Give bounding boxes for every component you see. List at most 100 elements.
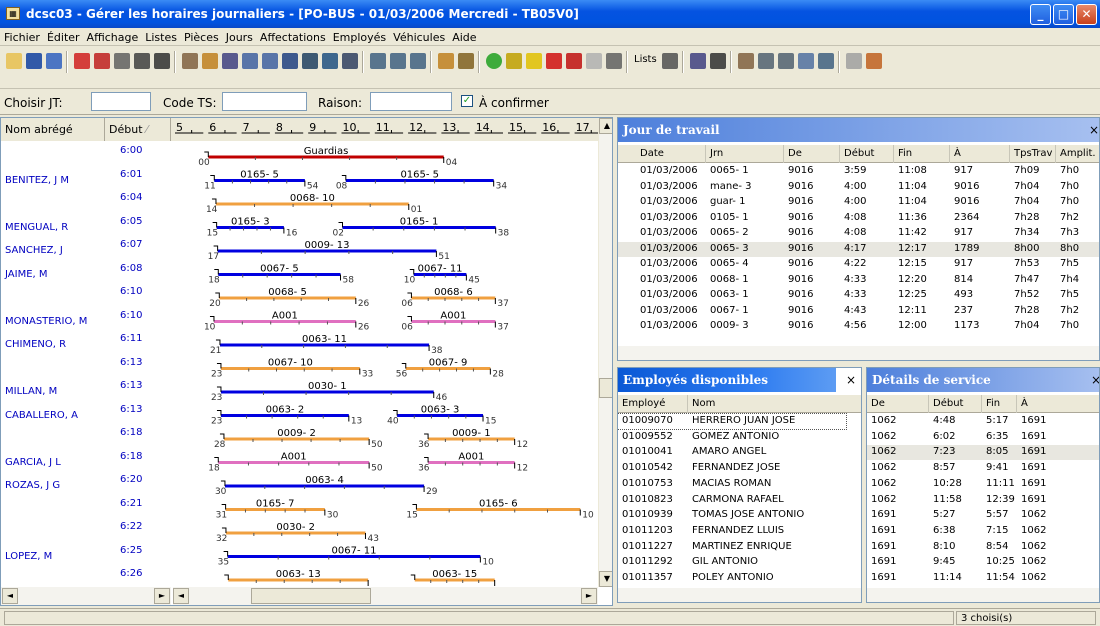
scroll-left-arrow-icon[interactable]: ◄ bbox=[173, 588, 189, 604]
table-row[interactable]: 01010753 MACIAS ROMAN bbox=[618, 477, 861, 492]
menu-listes[interactable]: Listes bbox=[141, 28, 180, 44]
person-icon[interactable] bbox=[506, 53, 522, 69]
table-row[interactable]: 1062 4:48 5:17 1691 bbox=[867, 414, 1099, 429]
scroll-down-arrow-icon[interactable]: ▼ bbox=[599, 571, 612, 587]
table-row[interactable]: 01/03/2006 0009- 3 9016 4:56 12:00 1173 7h04 7h… bbox=[618, 319, 1099, 334]
table-row[interactable]: 01/03/2006 0063- 1 9016 4:33 12:25 493 7h52 7h5 bbox=[618, 288, 1099, 303]
table-row[interactable]: 01/03/2006 guar- 1 9016 4:00 11:04 9016 7h04 7h… bbox=[618, 195, 1099, 210]
menu-jours[interactable]: Jours bbox=[222, 28, 256, 44]
close-icon[interactable]: × bbox=[1091, 373, 1099, 387]
column-header-debut[interactable]: Début ⁄ bbox=[105, 118, 171, 141]
menu-editer[interactable]: Éditer bbox=[43, 28, 83, 44]
column-header-nom[interactable]: Nom bbox=[688, 395, 861, 413]
employee-name[interactable]: CHIMENO, R bbox=[5, 339, 66, 350]
tree-icon[interactable] bbox=[390, 53, 406, 69]
refresh-icon[interactable] bbox=[46, 53, 62, 69]
person-red-icon[interactable] bbox=[566, 53, 582, 69]
column-header-de[interactable]: De bbox=[784, 145, 840, 163]
column-header-fin[interactable]: Fin bbox=[894, 145, 950, 163]
duty-bar[interactable]: 0030- 2 32 43 bbox=[216, 522, 379, 544]
cancel-icon[interactable] bbox=[94, 53, 110, 69]
table-row[interactable]: 1691 8:10 8:54 1062 bbox=[867, 540, 1099, 555]
duty-bar[interactable]: A001 36 12 bbox=[418, 452, 528, 474]
list-icon[interactable] bbox=[302, 53, 318, 69]
duty-bar[interactable]: 0068- 6 06 37 bbox=[401, 287, 508, 309]
table-row[interactable]: 01/03/2006 0065- 2 9016 4:08 11:42 917 7h34 7h3 bbox=[618, 226, 1099, 241]
settings-icon[interactable] bbox=[606, 53, 622, 69]
menu-affichage[interactable]: Affichage bbox=[83, 28, 142, 44]
minimize-button[interactable]: _ bbox=[1030, 4, 1051, 25]
menu-employes[interactable]: Employés bbox=[329, 28, 389, 44]
duty-bar[interactable]: A001 06 37 bbox=[401, 311, 508, 333]
duty-bar[interactable]: 0063- 11 21 38 bbox=[210, 334, 443, 356]
raison-input[interactable] bbox=[370, 92, 452, 111]
filter-icon[interactable] bbox=[778, 53, 794, 69]
employee-name[interactable]: MENGUAL, R bbox=[5, 222, 68, 233]
duty-bar[interactable]: 0009- 2 28 50 bbox=[214, 428, 383, 450]
close-icon[interactable]: × bbox=[846, 373, 856, 387]
duty-bar[interactable]: 0165- 1 02 38 bbox=[332, 217, 509, 239]
copy2-icon[interactable] bbox=[758, 53, 774, 69]
duty-bar[interactable]: 0165- 6 15 10 bbox=[406, 499, 594, 521]
duty-bar[interactable]: 0068- 10 14 01 bbox=[206, 193, 422, 215]
find-icon[interactable] bbox=[154, 53, 170, 69]
duty-bar[interactable]: 0165- 5 11 54 bbox=[204, 170, 318, 192]
menu-aide[interactable]: Aide bbox=[448, 28, 479, 44]
scroll-up-arrow-icon[interactable]: ▲ bbox=[599, 118, 612, 134]
table-row[interactable]: 01/03/2006 0068- 1 9016 4:33 12:20 814 7h47 7h4 bbox=[618, 273, 1099, 288]
employee-name[interactable]: CABALLERO, A bbox=[5, 410, 78, 421]
link-icon[interactable] bbox=[182, 53, 198, 69]
table-row[interactable]: 01/03/2006 mane- 3 9016 4:00 11:04 9016 7h04 7h… bbox=[618, 180, 1099, 195]
duty-bar[interactable]: 0067- 11 35 10 bbox=[218, 546, 494, 568]
binoculars-icon[interactable] bbox=[134, 53, 150, 69]
table-row[interactable]: 01010823 CARMONA RAFAEL bbox=[618, 493, 861, 508]
link2-icon[interactable] bbox=[738, 53, 754, 69]
table-row[interactable]: 1062 7:23 8:05 1691 bbox=[867, 445, 1099, 461]
table-icon[interactable] bbox=[342, 53, 358, 69]
find2-icon[interactable] bbox=[710, 53, 726, 69]
menu-vehicules[interactable]: Véhicules bbox=[389, 28, 448, 44]
column-header-fin[interactable]: Fin bbox=[982, 395, 1017, 413]
column-header-date[interactable]: Date bbox=[636, 145, 706, 163]
column-header-debut[interactable]: Début bbox=[840, 145, 894, 163]
duty-bar[interactable]: 0063- 4 30 29 bbox=[215, 475, 438, 497]
employee-name[interactable]: JAIME, M bbox=[5, 269, 48, 280]
table-row[interactable]: 1062 8:57 9:41 1691 bbox=[867, 461, 1099, 476]
sort-icon[interactable] bbox=[282, 53, 298, 69]
table-row[interactable]: 01/03/2006 0065- 3 9016 4:17 12:17 1789 8h00 8h… bbox=[618, 241, 1099, 257]
disabled-icon[interactable] bbox=[586, 53, 602, 69]
open-folder-icon[interactable] bbox=[6, 53, 22, 69]
column-header-nom-abrege[interactable]: Nom abrégé bbox=[1, 118, 105, 141]
employee-name[interactable]: SANCHEZ, J bbox=[5, 245, 63, 256]
column-header-jrn[interactable]: Jrn bbox=[706, 145, 784, 163]
duty-bar[interactable]: 0009- 1 36 12 bbox=[418, 428, 528, 450]
employee-name[interactable]: ROZAS, J G bbox=[5, 480, 60, 491]
code-ts-input[interactable] bbox=[222, 92, 307, 111]
horizontal-scrollbar[interactable] bbox=[618, 588, 861, 602]
warning-icon[interactable] bbox=[526, 53, 542, 69]
duty-bar[interactable]: 0030- 1 23 46 bbox=[211, 381, 448, 403]
horizontal-scrollbar[interactable] bbox=[618, 346, 1099, 360]
duty-bar[interactable]: 0067- 1110 45 bbox=[404, 264, 480, 286]
employee-name[interactable]: MILLAN, M bbox=[5, 386, 57, 397]
person-swap-icon[interactable] bbox=[438, 53, 454, 69]
table-row[interactable]: 1062 11:58 12:39 1691 bbox=[867, 493, 1099, 508]
table-row[interactable]: 01011357 POLEY ANTONIO bbox=[618, 571, 861, 586]
lists-button[interactable]: Lists bbox=[634, 54, 657, 65]
calendar-icon[interactable] bbox=[322, 53, 338, 69]
gantt-horizontal-scrollbar[interactable]: ◄ ► bbox=[173, 587, 598, 605]
table-row[interactable]: 01010939 TOMAS JOSE ANTONIO bbox=[618, 508, 861, 523]
duty-bar[interactable]: 0063- 13 bbox=[224, 569, 369, 586]
duty-bar[interactable]: 0063- 15 bbox=[410, 569, 496, 586]
table-row[interactable]: 01/03/2006 0065- 1 9016 3:59 11:08 917 7h09 7h0 bbox=[618, 164, 1099, 179]
table-row[interactable]: 01011292 GIL ANTONIO bbox=[618, 555, 861, 570]
duty-bar[interactable]: 0068- 5 20 26 bbox=[209, 287, 369, 309]
signature-icon[interactable] bbox=[866, 53, 882, 69]
duty-bar[interactable]: 0165- 5 08 34 bbox=[336, 170, 508, 192]
scroll-right-arrow-icon[interactable]: ► bbox=[154, 588, 170, 604]
print-icon[interactable] bbox=[662, 53, 678, 69]
table-row[interactable]: 01009070 HERRERO JUAN JOSE bbox=[618, 413, 847, 430]
duty-bar[interactable]: 0009- 13 17 51 bbox=[208, 240, 450, 262]
table-row[interactable]: 01010041 AMARO ANGEL bbox=[618, 445, 861, 460]
column-header-amplit[interactable]: Amplit. bbox=[1056, 145, 1099, 163]
